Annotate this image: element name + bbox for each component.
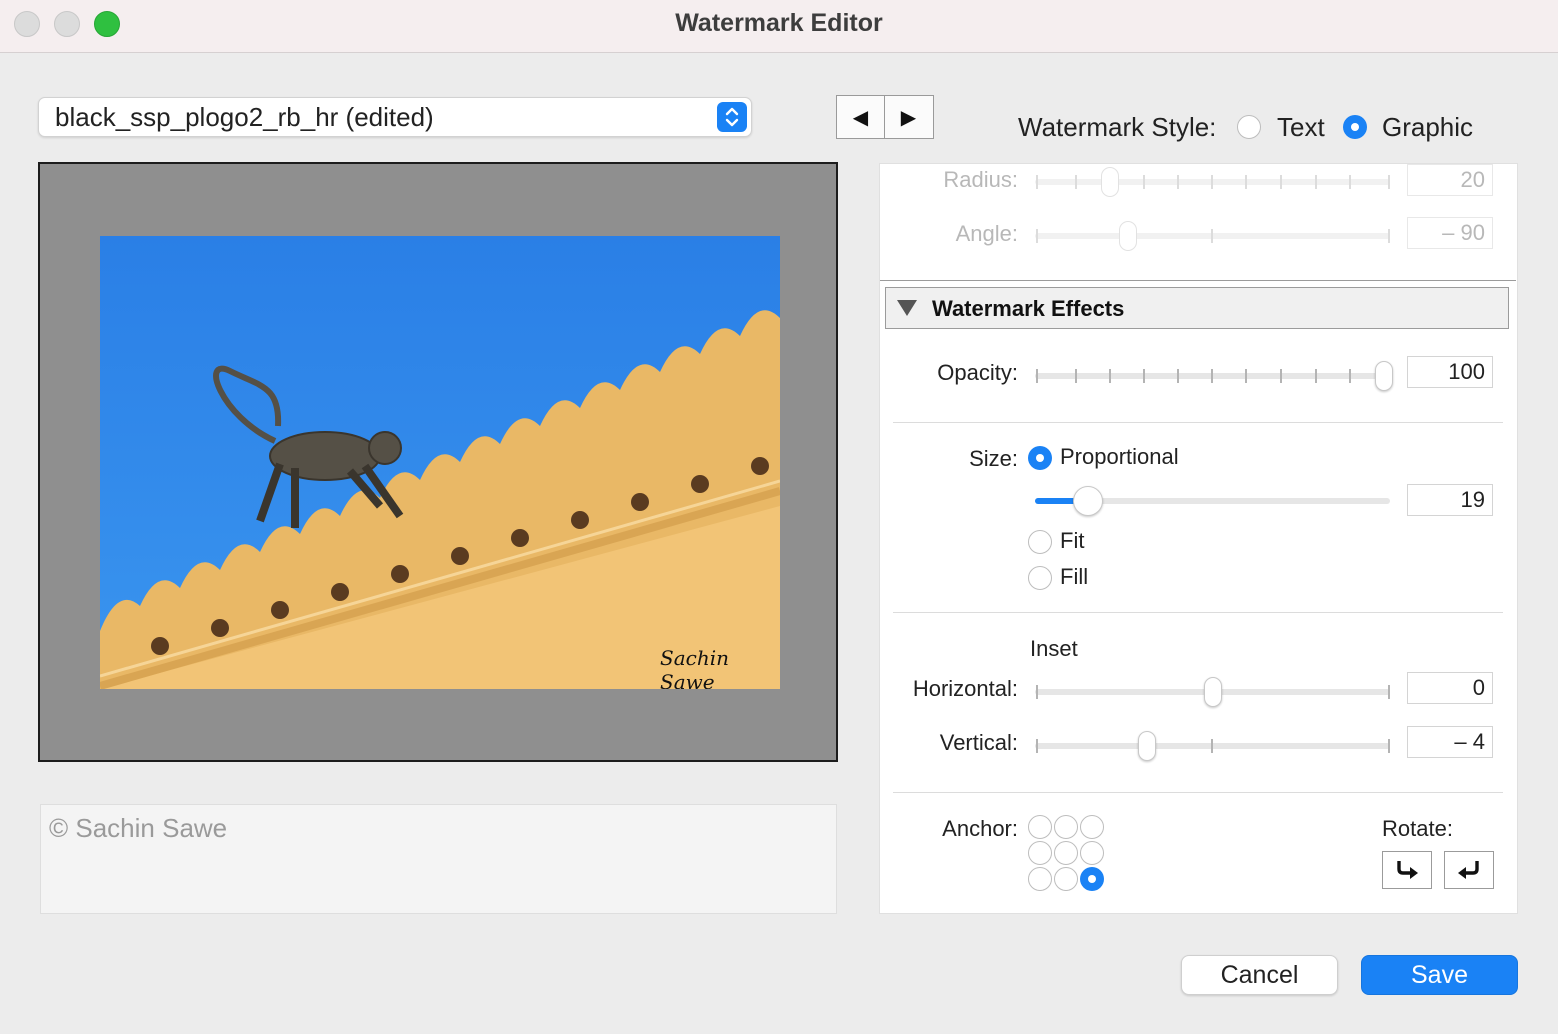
rotate-clockwise-button[interactable] (1382, 851, 1432, 889)
save-button[interactable]: Save (1361, 955, 1518, 995)
anchor-top-left[interactable] (1028, 815, 1052, 839)
horizontal-label: Horizontal: (912, 676, 1018, 701)
vertical-inset-field[interactable]: – 4 (1407, 726, 1493, 758)
cancel-button[interactable]: Cancel (1181, 955, 1338, 995)
size-fit-label: Fit (1060, 528, 1085, 553)
anchor-top-center[interactable] (1054, 815, 1078, 839)
angle-field[interactable]: – 90 (1407, 217, 1493, 249)
style-graphic-radio[interactable] (1343, 115, 1367, 139)
anchor-middle-right[interactable] (1080, 841, 1104, 865)
radius-label: Radius: (943, 167, 1018, 192)
vertical-inset-knob[interactable] (1138, 731, 1156, 761)
photo-illustration (100, 236, 780, 689)
style-graphic-label: Graphic (1382, 112, 1474, 142)
opacity-field[interactable]: 100 (1407, 356, 1493, 388)
size-field[interactable]: 19 (1407, 484, 1493, 516)
opacity-label: Opacity: (937, 360, 1018, 385)
watermark-text-value: © Sachin Sawe (49, 813, 228, 843)
size-fill-radio[interactable] (1028, 566, 1052, 590)
size-proportional-label: Proportional (1060, 444, 1179, 469)
preview-photo: Sachin Sawe (100, 236, 780, 689)
size-fill-label: Fill (1060, 564, 1089, 589)
rotate-clockwise-icon (1397, 861, 1418, 879)
anchor-bottom-left[interactable] (1028, 867, 1052, 891)
previous-image-button[interactable]: ◀ (837, 96, 885, 138)
horizontal-inset-knob[interactable] (1204, 677, 1222, 707)
size-slider-knob[interactable] (1073, 486, 1103, 516)
anchor-top-right[interactable] (1080, 815, 1104, 839)
settings-panel (879, 163, 1518, 914)
watermark-preview: Sachin Sawe (38, 162, 838, 762)
popup-stepper-icon (717, 102, 747, 132)
size-proportional-radio[interactable] (1028, 446, 1052, 470)
size-fit-radio[interactable] (1028, 530, 1052, 554)
horizontal-inset-field[interactable]: 0 (1407, 672, 1493, 704)
watermark-signature: Sachin Sawe (660, 646, 729, 689)
watermark-effects-header[interactable]: Watermark Effects (885, 287, 1509, 329)
disclosure-triangle-icon[interactable] (896, 299, 918, 317)
style-text-radio[interactable] (1237, 115, 1261, 139)
preset-popup[interactable]: black_ssp_plogo2_rb_hr (edited) (38, 97, 752, 137)
radius-field[interactable]: 20 (1407, 164, 1493, 196)
size-label: Size: (969, 446, 1018, 471)
angle-label: Angle: (955, 221, 1018, 246)
section-title: Watermark Effects (932, 296, 1125, 321)
title-bar: Watermark Editor (0, 0, 1558, 53)
preset-name: black_ssp_plogo2_rb_hr (edited) (55, 102, 434, 132)
anchor-center[interactable] (1054, 841, 1078, 865)
prev-next-segmented: ◀ ▶ (836, 95, 934, 139)
rotate-label: Rotate: (1382, 816, 1453, 841)
anchor-label: Anchor: (942, 816, 1018, 841)
style-text-label: Text (1277, 112, 1325, 142)
inset-label: Inset (1030, 636, 1078, 661)
watermark-text-field[interactable]: © Sachin Sawe (40, 804, 837, 914)
next-image-button[interactable]: ▶ (885, 96, 932, 138)
vertical-label: Vertical: (939, 730, 1018, 755)
watermark-style-label: Watermark Style: (1018, 112, 1217, 142)
anchor-bottom-right[interactable] (1080, 867, 1104, 891)
anchor-bottom-center[interactable] (1054, 867, 1078, 891)
radius-slider-knob[interactable] (1101, 167, 1119, 197)
window-title: Watermark Editor (675, 9, 883, 37)
opacity-slider-knob[interactable] (1375, 361, 1393, 391)
rotate-counterclockwise-button[interactable] (1444, 851, 1494, 889)
angle-slider-knob[interactable] (1119, 221, 1137, 251)
anchor-middle-left[interactable] (1028, 841, 1052, 865)
rotate-counterclockwise-icon (1458, 861, 1479, 879)
